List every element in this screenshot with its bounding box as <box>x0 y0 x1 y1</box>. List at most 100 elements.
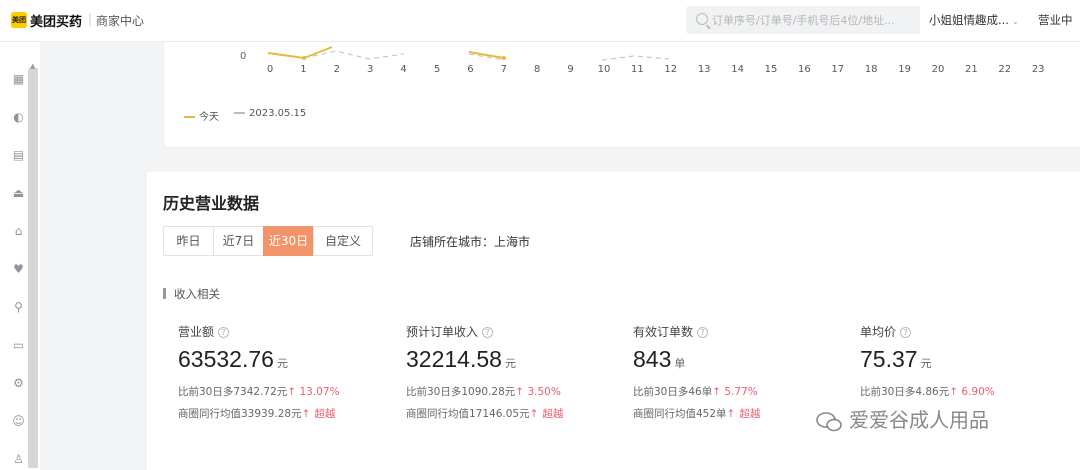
x-tick-label: 13 <box>697 64 711 75</box>
store-icon[interactable]: ▭ <box>12 339 25 352</box>
up-arrow-icon: ↑ <box>287 386 297 398</box>
wechat-icon <box>816 411 842 431</box>
peer-average-text: 商圈同行均值33939.28元 <box>178 408 302 420</box>
up-arrow-icon: ↑ <box>529 408 539 420</box>
x-tick-label: 17 <box>831 64 845 75</box>
pie-chart-icon[interactable]: ◐ <box>12 111 25 124</box>
series-compare-line-c <box>601 55 670 61</box>
x-tick-label: 14 <box>731 64 744 75</box>
x-tick-label: 1 <box>300 64 307 75</box>
grid-icon[interactable]: ▦ <box>12 73 25 86</box>
compare-text: 比前30日多1090.28元 <box>406 386 516 398</box>
metric-value: 75.37 <box>860 346 918 372</box>
up-arrow-icon: ↑ <box>301 408 311 420</box>
data-point <box>502 56 506 60</box>
x-tick-label: 6 <box>467 64 474 75</box>
compare-text: 比前30日多46单 <box>633 386 713 398</box>
exceed-badge: 超越 <box>542 408 564 420</box>
settings-icon[interactable]: ⚙ <box>12 377 25 390</box>
help-icon[interactable]: ? <box>900 327 912 338</box>
x-tick-label: 4 <box>400 64 407 75</box>
gift-icon[interactable]: ⌂ <box>12 225 25 238</box>
brand-name[interactable]: 美团买药 <box>30 11 82 30</box>
x-tick-label: 22 <box>998 64 1012 75</box>
compare-text: 比前30日多4.86元 <box>860 386 950 398</box>
person-icon[interactable]: ♙ <box>12 453 25 466</box>
legend-label: 今天 <box>199 112 219 123</box>
data-point <box>302 56 306 60</box>
watermark-text: 爱爱谷成人用品 <box>849 408 989 432</box>
metric-revenue: 营业额? 63532.76 元 比前30日多7342.72元↑ 13.07% 商圈… <box>178 324 398 420</box>
list-icon[interactable]: ▤ <box>12 149 25 162</box>
sub-heading-marker <box>163 288 166 299</box>
help-icon[interactable]: ? <box>482 327 494 338</box>
tab-7days[interactable]: 近7日 <box>213 226 264 256</box>
x-tick-label: 7 <box>500 64 507 75</box>
x-tick-label: 8 <box>534 64 541 75</box>
metric-value: 843 <box>633 346 672 372</box>
help-icon[interactable]: ? <box>218 327 230 338</box>
x-tick-label: 10 <box>597 64 611 75</box>
order-search[interactable] <box>686 6 920 34</box>
compare-text: 比前30日多7342.72元 <box>178 386 288 398</box>
x-tick-label: 3 <box>367 64 374 75</box>
legend-label: 2023.05.15 <box>249 108 307 119</box>
help-icon[interactable]: ? <box>697 327 709 338</box>
watermark: 爱爱谷成人用品 <box>815 404 989 433</box>
today-chart-card: 0 0 1 2 3 4 5 6 7 8 9 10 11 12 13 14 15 16 17 18 19 20 21 22 23… <box>163 42 1080 148</box>
x-tick-label: 18 <box>864 64 878 75</box>
tab-custom[interactable]: 自定义 <box>313 226 373 256</box>
logo-icon[interactable]: 美团 <box>11 12 27 28</box>
heart-icon[interactable]: ♥ <box>12 263 25 276</box>
metric-unit: 单 <box>674 357 686 370</box>
top-bar: 美团 美团买药 | 商家中心 小姐姐情趣成...⌄ 营业中 <box>0 0 1080 42</box>
metric-order-income: 预计订单收入? 32214.58 元 比前30日多1090.28元↑ 3.50% … <box>406 324 626 420</box>
metric-title: 营业额 <box>178 325 215 339</box>
up-arrow-icon: ↑ <box>949 386 959 398</box>
exceed-badge: 超越 <box>739 408 761 420</box>
x-tick-label: 12 <box>664 64 678 75</box>
x-tick-label: 19 <box>898 64 911 75</box>
metric-unit: 元 <box>504 357 516 370</box>
x-tick-label: 21 <box>965 64 978 75</box>
section-title: 历史营业数据 <box>163 194 260 213</box>
legend-item-today[interactable]: 今天 <box>184 108 219 123</box>
x-tick-label: 16 <box>798 64 811 75</box>
account-menu[interactable]: 小姐姐情趣成... ⌄ <box>929 12 1019 28</box>
store-status-menu[interactable]: 营业中 <box>1038 12 1073 28</box>
x-tick-label: 23 <box>1031 64 1045 75</box>
up-arrow-icon: ↑ <box>726 408 736 420</box>
merchant-center-label: 商家中心 <box>96 14 145 28</box>
account-name: 小姐姐情趣成... <box>929 13 1009 27</box>
x-tick-label: 0 <box>266 64 274 75</box>
metric-unit: 元 <box>920 357 932 370</box>
series-today-line-b <box>468 51 505 59</box>
search-input[interactable] <box>712 10 912 30</box>
sidebar: ▲ ▦ ◐ ▤ ⏏ ⌂ ♥ ⚲ ▭ ⚙ ☺ ♙ <box>0 42 40 470</box>
metric-value: 63532.76 <box>178 346 274 372</box>
bike-icon[interactable]: ⚲ <box>12 301 25 314</box>
legend-swatch <box>234 112 245 114</box>
peer-average-text: 商圈同行均值17146.05元 <box>406 408 530 420</box>
sidebar-scrollbar[interactable] <box>28 68 38 468</box>
legend-swatch <box>184 116 195 118</box>
metric-avg-price: 单均价? 75.37 元 比前30日多4.86元↑ 6.90% <box>860 324 1080 398</box>
metric-title: 有效订单数 <box>633 325 694 339</box>
x-tick-label: 15 <box>764 64 778 75</box>
tab-yesterday[interactable]: 昨日 <box>163 226 214 256</box>
series-today-line-a <box>267 46 333 60</box>
search-icon[interactable] <box>696 13 708 25</box>
scroll-up-icon[interactable]: ▲ <box>30 62 35 70</box>
tab-30days[interactable]: 近30日 <box>263 226 314 256</box>
metric-value: 32214.58 <box>406 346 502 372</box>
compare-percent: 5.77% <box>724 386 758 398</box>
compare-percent: 13.07% <box>299 386 340 398</box>
user-icon[interactable]: ☺ <box>12 415 25 428</box>
legend-item-compare[interactable]: 2023.05.15 <box>234 108 306 119</box>
cloud-upload-icon[interactable]: ⏏ <box>12 187 25 200</box>
chevron-down-icon: ⌄ <box>1011 17 1019 26</box>
up-arrow-icon: ↑ <box>515 386 525 398</box>
x-tick-label: 11 <box>631 64 644 75</box>
sub-sidebar <box>40 42 146 470</box>
compare-percent: 6.90% <box>961 386 995 398</box>
